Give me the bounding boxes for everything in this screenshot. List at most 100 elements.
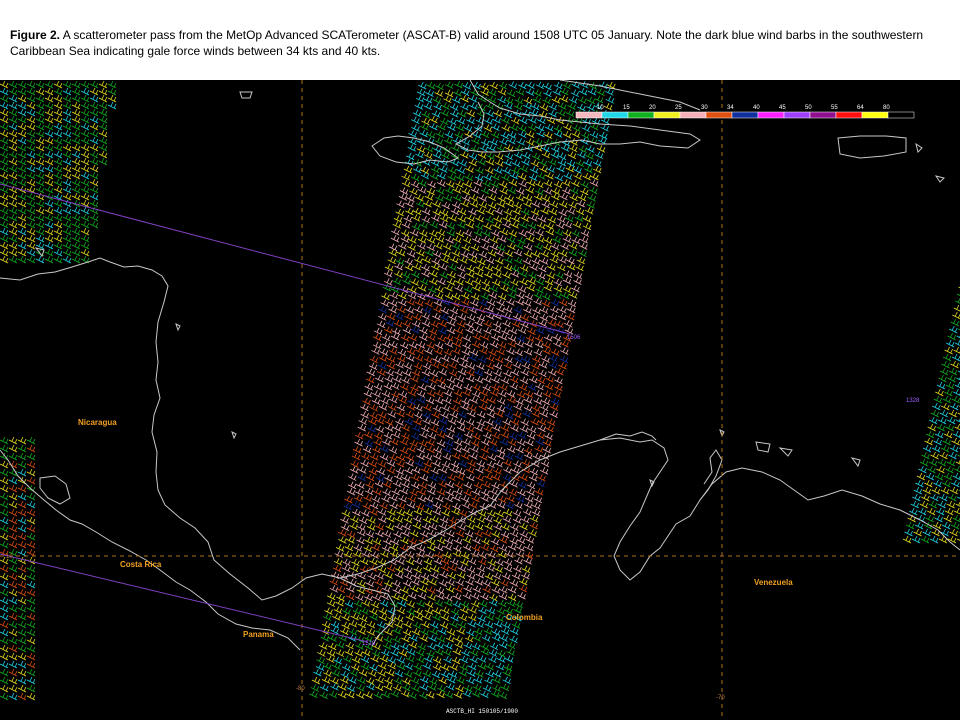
wind-barb	[534, 242, 543, 251]
wind-barb	[551, 145, 560, 153]
wind-barb	[406, 501, 416, 509]
wind-barb	[491, 229, 500, 237]
wind-barb	[440, 670, 450, 679]
wind-barb	[395, 361, 404, 369]
wind-barb	[396, 501, 406, 510]
wind-barb	[71, 248, 81, 257]
wind-barb	[450, 404, 459, 413]
wind-barb	[486, 362, 495, 370]
wind-barb	[450, 613, 459, 622]
wind-barb	[80, 94, 90, 103]
wind-barb	[499, 579, 509, 587]
wind-barb	[952, 430, 960, 438]
wind-barb	[446, 376, 456, 384]
wind-barb	[931, 486, 941, 495]
wind-barb	[450, 110, 459, 118]
wind-barb	[955, 501, 960, 507]
wind-barb	[589, 131, 599, 139]
wind-barb	[0, 87, 9, 96]
wind-barb	[8, 192, 18, 201]
wind-barb	[17, 676, 27, 685]
wind-barb	[402, 369, 412, 377]
wind-barb	[431, 410, 440, 419]
wind-barb	[443, 543, 452, 551]
wind-barb	[427, 432, 437, 440]
wind-barb	[937, 458, 947, 467]
wind-barb	[326, 655, 335, 663]
wind-barb	[948, 409, 958, 418]
wind-barb	[401, 221, 411, 229]
wind-barb	[365, 375, 375, 384]
wind-barb	[35, 122, 45, 131]
wind-barb	[493, 670, 502, 678]
wind-barb	[552, 88, 562, 96]
wind-barb	[17, 199, 27, 208]
wind-barb	[405, 207, 414, 216]
wind-barb	[458, 613, 468, 622]
wind-barb	[942, 437, 951, 446]
wind-barb	[62, 157, 72, 166]
wind-barb	[460, 199, 469, 208]
wind-barb	[435, 494, 444, 503]
wind-barb	[365, 579, 374, 588]
wind-barb	[376, 320, 386, 329]
wind-barb	[8, 136, 18, 145]
wind-barb	[478, 599, 488, 608]
wind-barb	[17, 452, 27, 461]
wind-barb	[520, 207, 530, 216]
wind-barb	[311, 676, 321, 685]
wind-barb	[0, 492, 9, 501]
orbit-track-bottom	[0, 553, 369, 643]
wind-barb	[483, 222, 492, 230]
wind-barb	[26, 143, 36, 152]
wind-barb	[494, 460, 504, 468]
wind-barb	[89, 171, 99, 180]
wind-barb	[461, 138, 470, 146]
wind-barb	[357, 627, 366, 635]
wind-barb	[467, 620, 476, 628]
wind-barb	[503, 369, 512, 378]
wind-barb	[485, 157, 495, 166]
legend-label: 10	[597, 105, 604, 111]
wind-barb	[439, 117, 449, 126]
wind-barb	[452, 397, 462, 405]
wind-barb	[495, 662, 505, 671]
wind-barb	[434, 137, 444, 145]
wind-barb	[402, 326, 412, 335]
wind-barb	[396, 409, 405, 418]
wind-barb	[463, 124, 473, 132]
wind-barb	[17, 150, 27, 159]
wind-barb	[491, 278, 501, 287]
wind-barb	[414, 354, 424, 362]
wind-barb	[516, 438, 526, 447]
wind-barb	[26, 564, 36, 573]
wind-barb	[71, 178, 81, 187]
wind-barb	[341, 621, 350, 630]
wind-barb	[436, 488, 446, 496]
wind-barb	[924, 437, 933, 446]
wind-barb	[441, 460, 451, 469]
wind-barb	[362, 502, 371, 510]
wind-barb	[533, 397, 543, 405]
wind-barb	[946, 458, 956, 467]
wind-barb	[478, 347, 488, 355]
wind-barb	[580, 180, 589, 189]
wind-barb	[418, 481, 428, 490]
wind-barb	[507, 291, 517, 299]
coastline-guajira	[599, 431, 723, 501]
wind-barb	[17, 668, 27, 677]
wind-barb	[512, 207, 521, 216]
wind-barb	[53, 234, 63, 243]
wind-barb	[457, 523, 466, 531]
wind-barb	[369, 404, 379, 412]
wind-barb	[423, 355, 433, 364]
wind-barb	[520, 313, 530, 322]
wind-barb	[420, 628, 429, 636]
wind-barb	[478, 606, 487, 615]
wind-barb	[470, 592, 480, 600]
wind-barb	[387, 614, 397, 622]
wind-barb	[549, 200, 559, 209]
wind-barb	[26, 255, 36, 264]
wind-barb	[35, 171, 45, 180]
wind-barb	[495, 355, 504, 364]
